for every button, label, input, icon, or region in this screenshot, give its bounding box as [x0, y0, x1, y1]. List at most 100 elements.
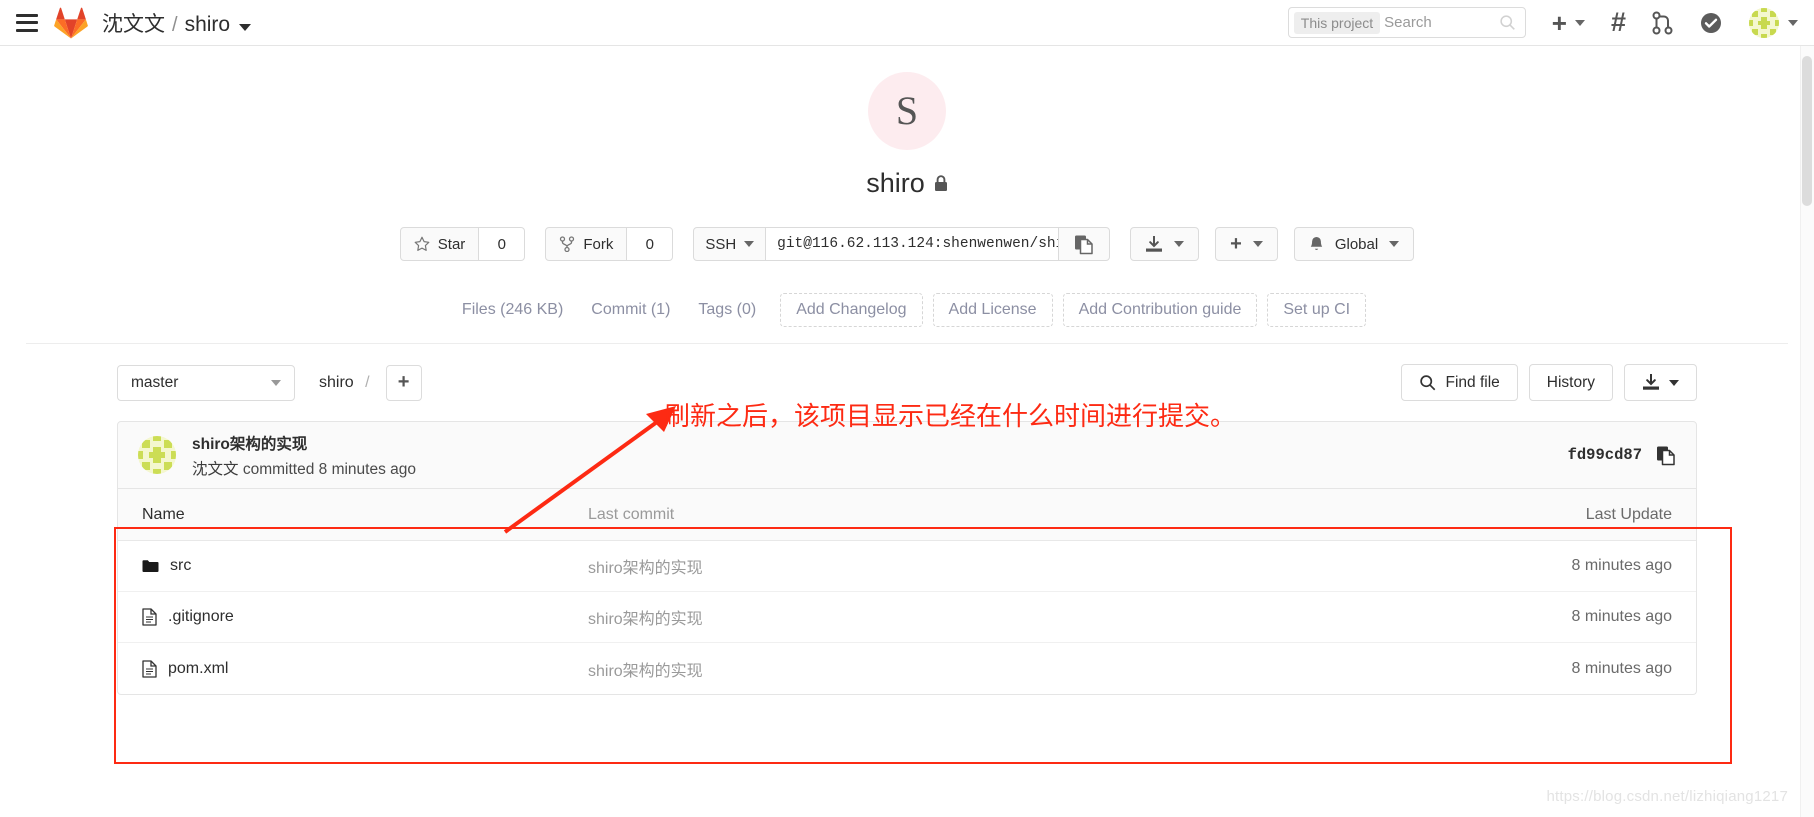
- scrollbar-thumb[interactable]: [1802, 56, 1812, 206]
- page-title: shiro: [0, 168, 1814, 199]
- file-tree-table: Name Last commit Last Update src shiro架构…: [117, 489, 1697, 695]
- star-count: 0: [479, 227, 526, 261]
- watermark: https://blog.csdn.net/lizhiqiang1217: [1546, 788, 1788, 805]
- fork-count: 0: [627, 227, 674, 261]
- commit-sha[interactable]: fd99cd87: [1568, 446, 1642, 464]
- breadcrumb-group[interactable]: 沈文文: [102, 8, 165, 38]
- new-item-plus-button[interactable]: +: [1552, 10, 1585, 36]
- file-name: .gitignore: [168, 608, 234, 625]
- clone-protocol-dropdown[interactable]: SSH: [693, 227, 767, 261]
- search-icon: [1420, 375, 1436, 391]
- set-up-ci-button[interactable]: Set up CI: [1267, 293, 1367, 327]
- chevron-down-icon: [271, 379, 281, 386]
- quick-link-tags[interactable]: Tags (0): [684, 295, 770, 325]
- fork-button[interactable]: Fork: [545, 227, 628, 261]
- download-icon: [1146, 235, 1163, 252]
- breadcrumb: 沈文文 / shiro: [102, 8, 252, 38]
- repository-toolbar-right: Find file History: [1401, 364, 1697, 401]
- path-separator: /: [365, 373, 370, 391]
- chevron-down-icon[interactable]: [239, 23, 252, 31]
- chevron-down-icon: [1669, 379, 1679, 386]
- add-license-button[interactable]: Add License: [932, 293, 1053, 327]
- star-button[interactable]: Star: [399, 227, 480, 261]
- add-file-button[interactable]: +: [385, 364, 422, 401]
- commit-message[interactable]: shiro架构的实现: [192, 432, 416, 454]
- path-root[interactable]: shiro: [319, 374, 354, 391]
- project-title-text: shiro: [866, 168, 925, 198]
- find-file-label: Find file: [1445, 373, 1500, 391]
- copy-icon[interactable]: [1656, 445, 1676, 466]
- project-avatar: S: [868, 72, 946, 150]
- add-changelog-button[interactable]: Add Changelog: [780, 293, 923, 327]
- issues-hash-icon[interactable]: #: [1611, 9, 1626, 36]
- last-commit-cell[interactable]: shiro架构的实现: [588, 657, 1446, 681]
- notification-label: Global: [1334, 235, 1379, 253]
- table-row[interactable]: .gitignore shiro架构的实现 8 minutes ago: [118, 592, 1696, 643]
- commit-sha-group: fd99cd87: [1568, 445, 1676, 466]
- navbar-right: This project Search + #: [1287, 7, 1798, 38]
- merge-request-icon[interactable]: [1652, 11, 1673, 35]
- search-input[interactable]: This project Search: [1287, 7, 1526, 38]
- commit-info: shiro架构的实现 沈文文 committed 8 minutes ago: [192, 432, 416, 479]
- copy-url-button[interactable]: [1058, 227, 1111, 261]
- path-breadcrumb: shiro /: [319, 374, 370, 392]
- last-commit-cell[interactable]: shiro架构的实现: [588, 605, 1446, 629]
- add-to-project-button[interactable]: +: [1215, 227, 1278, 261]
- commit-meta: 沈文文 committed 8 minutes ago: [192, 457, 416, 479]
- file-name-cell[interactable]: pom.xml: [118, 660, 588, 678]
- chevron-down-icon: [744, 241, 755, 247]
- branch-name: master: [131, 373, 179, 391]
- chevron-down-icon[interactable]: [1574, 19, 1585, 26]
- file-name-cell[interactable]: .gitignore: [118, 608, 588, 626]
- gitlab-project-page: 沈文文 / shiro This project Search + # S sh…: [0, 0, 1814, 817]
- table-row[interactable]: src shiro架构的实现 8 minutes ago: [118, 541, 1696, 592]
- file-name: pom.xml: [168, 659, 229, 677]
- notification-setting-button[interactable]: Global: [1293, 227, 1415, 261]
- project-header: S shiro: [0, 46, 1814, 199]
- avatar[interactable]: [138, 436, 176, 474]
- last-update-cell: 8 minutes ago: [1571, 608, 1672, 625]
- fork-label: Fork: [583, 235, 614, 253]
- file-icon: [142, 659, 157, 678]
- user-menu[interactable]: [1749, 7, 1798, 38]
- last-update-cell: 8 minutes ago: [1571, 659, 1672, 677]
- table-header-row: Name Last commit Last Update: [118, 489, 1696, 541]
- search-scope-badge[interactable]: This project: [1293, 11, 1381, 34]
- find-file-button[interactable]: Find file: [1401, 364, 1518, 401]
- branch-selector[interactable]: master: [117, 364, 295, 401]
- download-icon: [1643, 374, 1659, 390]
- clone-url-field[interactable]: git@116.62.113.124:shenwenwen/shi: [766, 227, 1059, 261]
- file-name: src: [170, 557, 192, 574]
- chevron-down-icon: [1252, 241, 1263, 247]
- breadcrumb-project[interactable]: shiro: [185, 13, 231, 37]
- add-contribution-guide-button[interactable]: Add Contribution guide: [1062, 293, 1258, 327]
- table-row[interactable]: pom.xml shiro架构的实现 8 minutes ago: [118, 643, 1696, 694]
- quick-link-commits[interactable]: Commit (1): [577, 295, 684, 325]
- file-icon: [142, 608, 157, 626]
- file-name-cell[interactable]: src: [118, 557, 588, 575]
- quick-link-files[interactable]: Files (246 KB): [448, 295, 577, 325]
- project-quick-links: Files (246 KB) Commit (1) Tags (0) Add C…: [26, 293, 1788, 344]
- commit-author[interactable]: 沈文文: [192, 461, 239, 478]
- avatar[interactable]: [1749, 7, 1779, 38]
- last-update-cell: 8 minutes ago: [1571, 557, 1672, 574]
- star-label: Star: [437, 235, 466, 253]
- hamburger-icon[interactable]: [16, 13, 38, 32]
- star-icon: [414, 236, 430, 251]
- clone-protocol-label: SSH: [705, 235, 737, 253]
- history-label: History: [1546, 373, 1595, 391]
- top-navbar: 沈文文 / shiro This project Search + #: [0, 0, 1814, 46]
- gitlab-logo-icon[interactable]: [54, 7, 88, 39]
- todos-check-icon[interactable]: [1699, 11, 1723, 35]
- chevron-down-icon[interactable]: [1788, 19, 1798, 26]
- lock-icon: [934, 175, 947, 191]
- folder-icon: [142, 560, 159, 572]
- search-icon[interactable]: [1499, 14, 1516, 31]
- history-button[interactable]: History: [1528, 364, 1613, 401]
- last-commit-cell[interactable]: shiro架构的实现: [588, 554, 1446, 578]
- annotation-text: 刷新之后，该项目显示已经在什么时间进行提交。: [664, 402, 1237, 432]
- download-source-button[interactable]: [1130, 227, 1200, 261]
- search-placeholder: Search: [1384, 14, 1432, 31]
- download-repo-button[interactable]: [1624, 364, 1697, 401]
- project-actions: Star 0 Fork 0 SSH git@116.62.113.124:she…: [0, 227, 1814, 261]
